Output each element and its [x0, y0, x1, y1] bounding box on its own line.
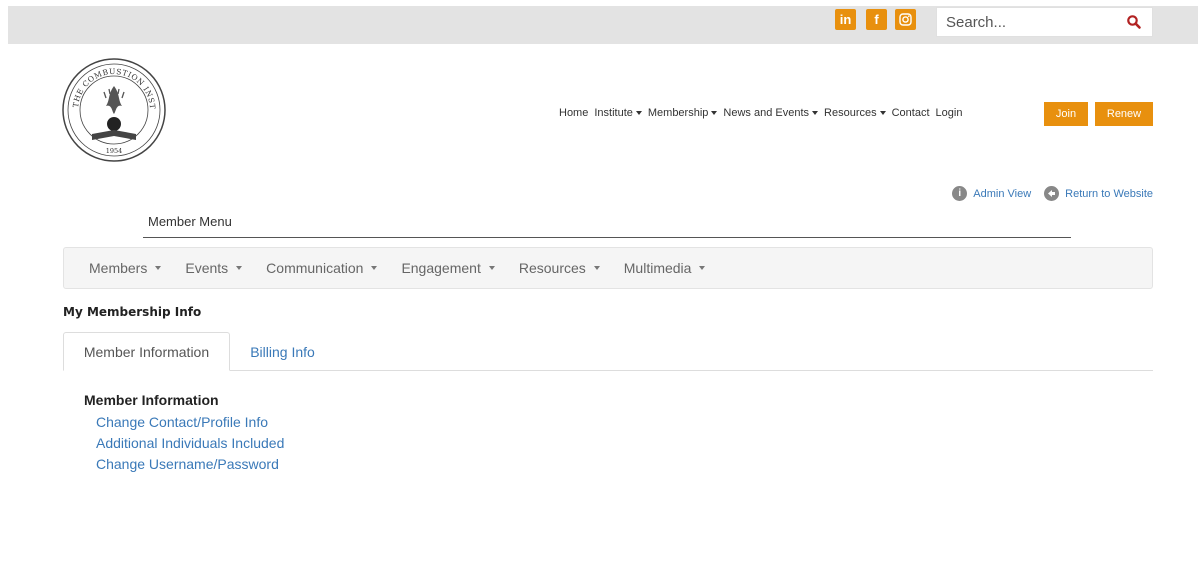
member-menu-label: Member Menu	[148, 214, 232, 229]
nav-news-and-events[interactable]: News and Events	[723, 107, 819, 119]
change-contact-profile-link[interactable]: Change Contact/Profile Info	[96, 414, 268, 430]
logo-year: 1954	[106, 147, 123, 155]
subnav-members[interactable]: Members	[89, 260, 162, 276]
return-to-website-link[interactable]: Return to Website	[1044, 186, 1153, 201]
caret-down-icon	[593, 266, 600, 270]
member-menu-divider	[143, 237, 1071, 238]
nav-resources[interactable]: Resources	[824, 107, 886, 119]
caret-down-icon	[879, 111, 886, 115]
caret-down-icon	[635, 111, 642, 115]
subnav-communication[interactable]: Communication	[266, 260, 378, 276]
caret-down-icon	[371, 266, 378, 270]
search-box	[936, 7, 1153, 37]
combustion-institute-logo[interactable]: THE COMBUSTION INSTITUTE 1954	[60, 56, 168, 164]
page-title: My Membership Info	[63, 305, 202, 319]
nav-home[interactable]: Home	[559, 107, 588, 119]
nav-contact[interactable]: Contact	[892, 107, 930, 119]
subnav-engagement[interactable]: Engagement	[401, 260, 495, 276]
caret-down-icon	[155, 266, 162, 270]
main-nav: Home Institute Membership News and Event…	[559, 104, 968, 122]
admin-view-link[interactable]: i Admin View	[952, 186, 1031, 201]
section-heading: Member Information	[84, 392, 219, 408]
info-icon: i	[952, 186, 968, 201]
member-subnav: Members Events Communication Engagement …	[63, 247, 1153, 289]
caret-down-icon	[699, 266, 706, 270]
nav-login[interactable]: Login	[936, 107, 963, 119]
caret-down-icon	[812, 111, 819, 115]
caret-down-icon	[711, 111, 718, 115]
instagram-icon[interactable]	[895, 9, 916, 30]
subnav-multimedia[interactable]: Multimedia	[624, 260, 706, 276]
change-username-password-link[interactable]: Change Username/Password	[96, 456, 279, 472]
nav-institute[interactable]: Institute	[594, 107, 642, 119]
nav-membership[interactable]: Membership	[648, 107, 718, 119]
caret-down-icon	[488, 266, 495, 270]
tab-billing-info[interactable]: Billing Info	[245, 332, 320, 371]
facebook-icon[interactable]: f	[866, 9, 887, 30]
additional-individuals-link[interactable]: Additional Individuals Included	[96, 435, 284, 451]
caret-down-icon	[236, 266, 243, 270]
tab-member-information[interactable]: Member Information	[63, 332, 230, 371]
search-icon[interactable]	[1126, 14, 1142, 30]
join-button[interactable]: Join	[1044, 102, 1088, 126]
linkedin-icon[interactable]: in	[835, 9, 856, 30]
arrow-left-icon	[1044, 186, 1060, 201]
subnav-resources[interactable]: Resources	[519, 260, 600, 276]
search-input[interactable]	[937, 8, 1117, 36]
renew-button[interactable]: Renew	[1095, 102, 1153, 126]
subnav-events[interactable]: Events	[185, 260, 243, 276]
admin-links: i Admin View Return to Website	[939, 186, 1153, 201]
